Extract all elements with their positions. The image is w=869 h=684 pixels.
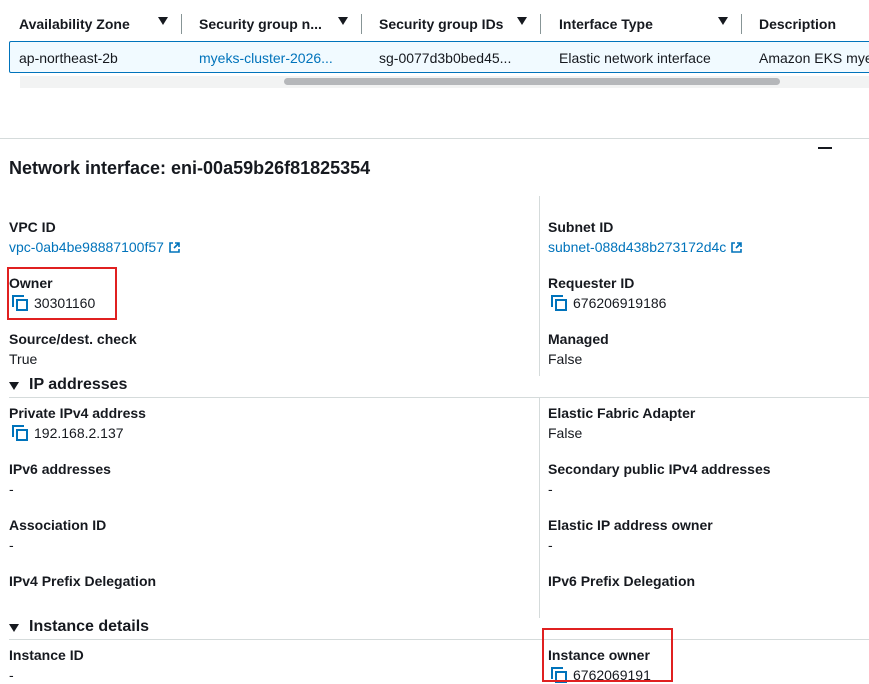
horizontal-scrollbar-thumb[interactable] — [284, 78, 780, 85]
cell-description: Amazon EKS mye — [759, 50, 869, 66]
association-id-value: - — [9, 537, 14, 553]
section-divider — [9, 397, 869, 398]
instance-owner-value: 6762069191 — [573, 667, 651, 683]
efa-value: False — [548, 425, 583, 441]
minimize-icon[interactable] — [818, 147, 832, 149]
cell-availability-zone: ap-northeast-2b — [19, 50, 118, 66]
column-resizer[interactable] — [361, 14, 362, 34]
vpc-id-link[interactable]: vpc-0ab4be98887100f57 — [9, 238, 180, 256]
owner-value-row: 30301160 — [9, 294, 112, 312]
section-ip-addresses-toggle[interactable]: IP addresses — [9, 376, 127, 394]
column-label: Security group IDs — [379, 16, 504, 32]
field-source-dest-check: Source/dest. check True — [9, 330, 137, 368]
column-label: Security group n... — [199, 16, 322, 32]
copy-icon[interactable] — [551, 295, 567, 311]
field-label: Requester ID — [548, 275, 635, 291]
managed-value: False — [548, 351, 583, 367]
field-label: VPC ID — [9, 219, 56, 235]
column-interface-type[interactable]: Interface Type — [559, 6, 745, 42]
instance-owner-value-row: 6762069191 — [548, 666, 651, 684]
field-requester-id: Requester ID 676206919186 — [548, 274, 666, 312]
requester-id-value: 676206919186 — [573, 295, 667, 311]
column-resizer[interactable] — [181, 14, 182, 34]
cell-security-group-name-link[interactable]: myeks-cluster-2026... — [199, 50, 333, 66]
secondary-public-ipv4-value: - — [548, 481, 553, 497]
field-ipv4-prefix-delegation: IPv4 Prefix Delegation — [9, 572, 156, 590]
field-label: Elastic IP address owner — [548, 517, 713, 533]
field-owner: Owner 30301160 — [9, 274, 112, 312]
copy-icon[interactable] — [12, 425, 28, 441]
field-ipv6-addresses: IPv6 addresses - — [9, 460, 111, 498]
ipv6-value: - — [9, 481, 14, 497]
field-subnet-id: Subnet ID subnet-088d438b273172d4c — [548, 218, 743, 256]
column-security-group-name[interactable]: Security group n... — [199, 6, 365, 42]
column-resizer[interactable] — [741, 14, 742, 34]
requester-id-value-row: 676206919186 — [548, 294, 666, 312]
field-label: Elastic Fabric Adapter — [548, 405, 696, 421]
field-vpc-id: VPC ID vpc-0ab4be98887100f57 — [9, 218, 180, 256]
field-label: IPv6 addresses — [9, 461, 111, 477]
column-security-group-ids[interactable]: Security group IDs — [379, 6, 545, 42]
column-label: Description — [759, 16, 837, 32]
field-label: Managed — [548, 331, 609, 347]
field-secondary-public-ipv4: Secondary public IPv4 addresses - — [548, 460, 771, 498]
column-divider — [539, 196, 540, 376]
external-link-icon[interactable] — [169, 241, 180, 253]
field-label: Owner — [9, 275, 53, 291]
eip-owner-value: - — [548, 537, 553, 553]
subnet-id-link[interactable]: subnet-088d438b273172d4c — [548, 238, 743, 256]
section-title: Instance details — [29, 618, 150, 635]
section-instance-details-toggle[interactable]: Instance details — [9, 618, 149, 636]
source-dest-check-value: True — [9, 351, 38, 367]
field-label: Secondary public IPv4 addresses — [548, 461, 771, 477]
subnet-id-value[interactable]: subnet-088d438b273172d4c — [548, 238, 726, 256]
field-ipv6-prefix-delegation: IPv6 Prefix Delegation — [548, 572, 695, 590]
owner-value: 30301160 — [34, 295, 96, 311]
sort-down-icon[interactable] — [517, 17, 527, 25]
column-availability-zone[interactable]: Availability Zone — [19, 6, 185, 42]
sort-down-icon[interactable] — [718, 17, 728, 25]
field-label: Instance ID — [9, 647, 84, 663]
field-label: Association ID — [9, 517, 107, 533]
vpc-id-value[interactable]: vpc-0ab4be98887100f57 — [9, 238, 164, 256]
private-ipv4-value: 192.168.2.137 — [34, 425, 124, 441]
field-label: Private IPv4 address — [9, 405, 146, 421]
private-ipv4-value-row: 192.168.2.137 — [9, 424, 146, 442]
field-managed: Managed False — [548, 330, 609, 368]
section-title: IP addresses — [29, 376, 128, 393]
network-interfaces-table: Availability Zone Security group n... Se… — [0, 0, 869, 139]
sort-down-icon[interactable] — [158, 17, 168, 25]
table-header: Availability Zone Security group n... Se… — [0, 6, 869, 42]
field-private-ipv4: Private IPv4 address 192.168.2.137 — [9, 404, 146, 442]
field-eip-owner: Elastic IP address owner - — [548, 516, 713, 554]
field-instance-id: Instance ID - — [9, 646, 84, 684]
field-label: Source/dest. check — [9, 331, 137, 347]
copy-icon[interactable] — [551, 667, 567, 683]
column-description[interactable]: Description — [759, 6, 869, 42]
instance-id-value: - — [9, 667, 14, 683]
column-resizer[interactable] — [540, 14, 541, 34]
field-label: Subnet ID — [548, 219, 614, 235]
external-link-icon[interactable] — [731, 241, 743, 253]
column-label: Interface Type — [559, 16, 653, 32]
sort-down-icon[interactable] — [338, 17, 348, 25]
caret-down-icon[interactable] — [9, 381, 19, 390]
section-divider — [9, 639, 869, 640]
copy-icon[interactable] — [12, 295, 28, 311]
cell-interface-type: Elastic network interface — [559, 50, 711, 66]
panel-title: Network interface: eni-00a59b26f81825354 — [9, 158, 371, 178]
field-label: Instance owner — [548, 647, 650, 663]
column-divider — [539, 398, 540, 618]
column-label: Availability Zone — [19, 16, 130, 32]
caret-down-icon[interactable] — [9, 623, 19, 632]
table-row[interactable]: ap-northeast-2b myeks-cluster-2026... sg… — [9, 41, 869, 73]
field-instance-owner: Instance owner 6762069191 — [548, 646, 651, 684]
field-association-id: Association ID - — [9, 516, 106, 554]
field-label: IPv6 Prefix Delegation — [548, 573, 696, 589]
field-elastic-fabric-adapter: Elastic Fabric Adapter False — [548, 404, 695, 442]
field-label: IPv4 Prefix Delegation — [9, 573, 157, 589]
cell-security-group-ids: sg-0077d3b0bed45... — [379, 50, 512, 66]
